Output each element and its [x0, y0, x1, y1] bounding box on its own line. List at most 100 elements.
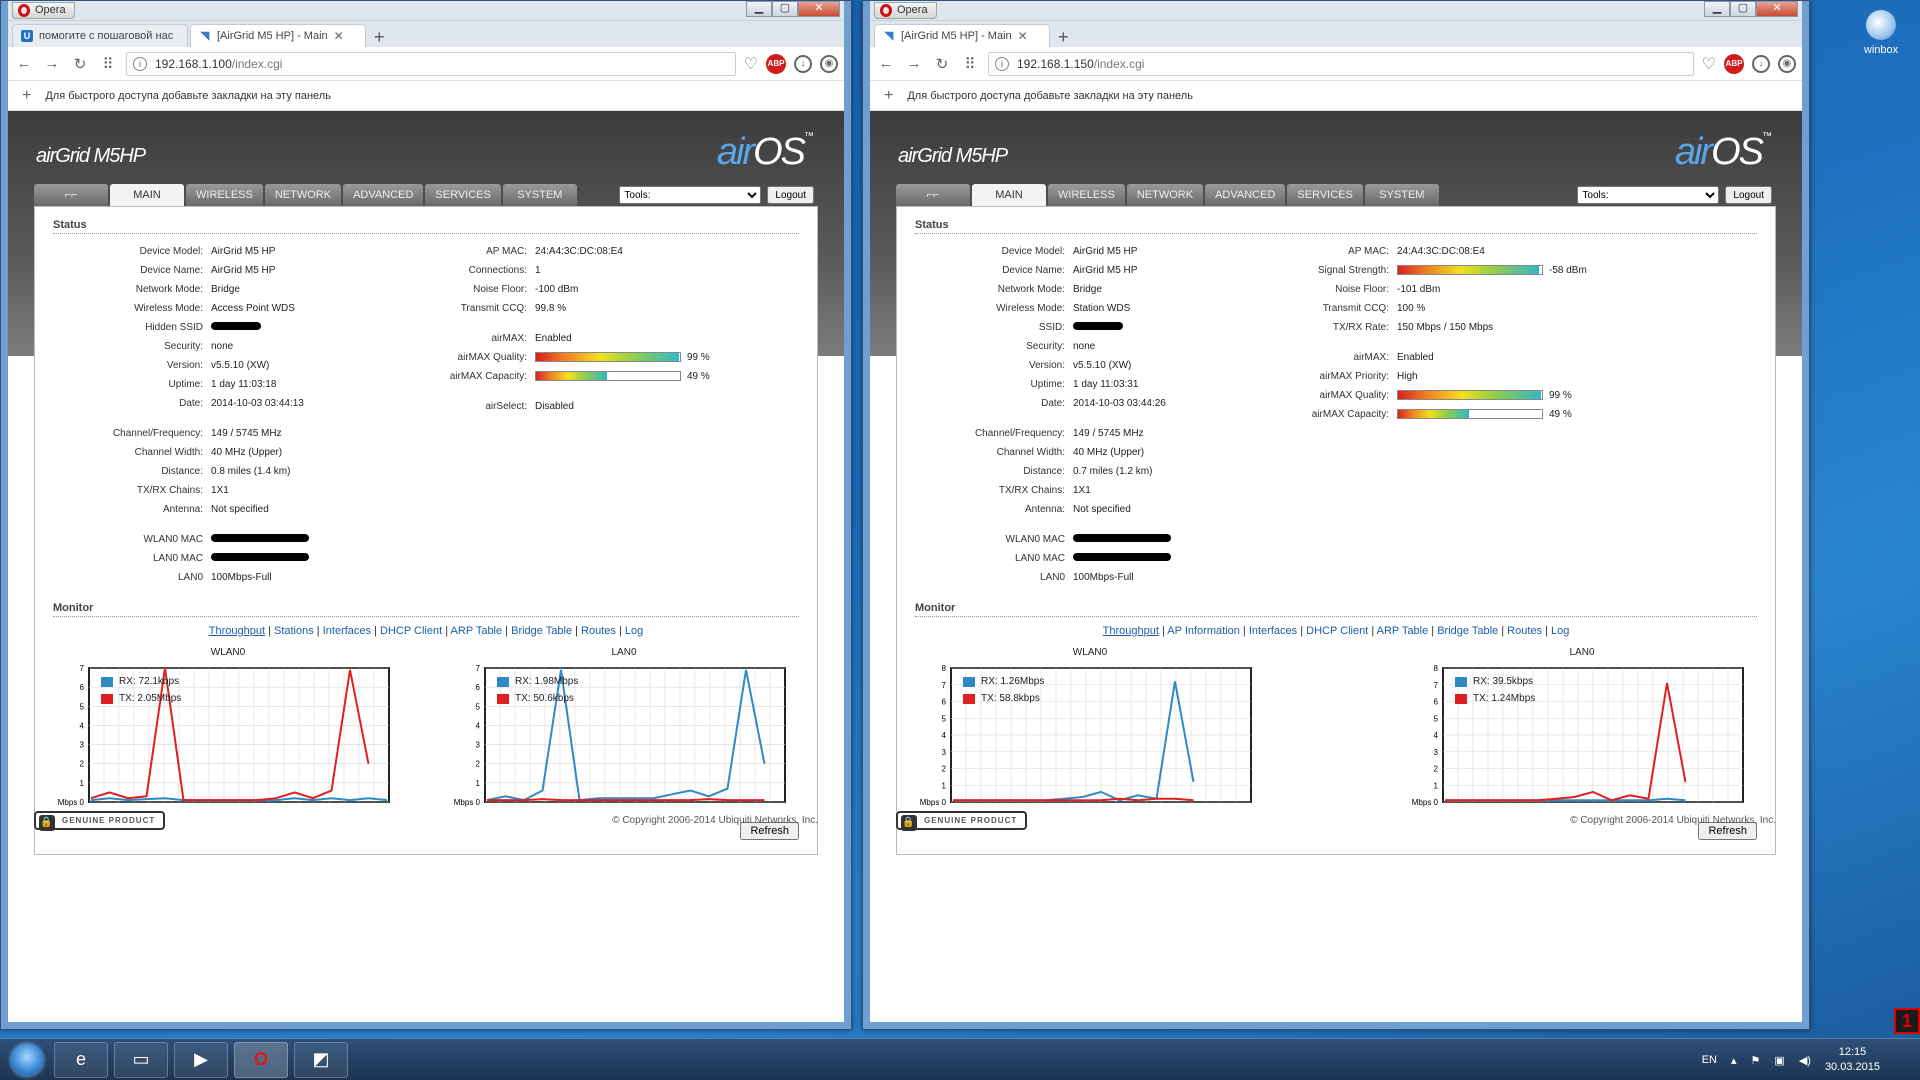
- taskbar-app[interactable]: ◩: [294, 1041, 348, 1078]
- monitor-link-dhcp-client[interactable]: DHCP Client: [1306, 625, 1368, 637]
- account-icon[interactable]: ◉: [820, 54, 838, 73]
- back-button[interactable]: ←: [14, 55, 34, 72]
- maximize-button[interactable]: ▢: [772, 1, 798, 17]
- logout-button[interactable]: Logout: [1725, 186, 1772, 204]
- network-icon[interactable]: ▣: [1774, 1054, 1784, 1067]
- new-tab-button[interactable]: +: [374, 27, 385, 47]
- monitor-link-bridge-table[interactable]: Bridge Table: [1437, 625, 1498, 637]
- browser-tab[interactable]: Uпомогите с пошаговой нас: [12, 24, 188, 47]
- monitor-link-log[interactable]: Log: [625, 625, 643, 637]
- back-button[interactable]: ←: [876, 55, 896, 72]
- ubnt-logo-tab[interactable]: ⌐⌐: [896, 184, 970, 206]
- reload-button[interactable]: ↻: [70, 55, 90, 73]
- site-info-icon[interactable]: i: [995, 56, 1009, 71]
- flag-icon[interactable]: ⚑: [1751, 1054, 1761, 1067]
- tab-network[interactable]: NETWORK: [1126, 184, 1204, 206]
- monitor-link-interfaces[interactable]: Interfaces: [1249, 625, 1297, 637]
- url-field[interactable]: i 192.168.1.150/index.cgi: [988, 51, 1694, 76]
- forward-button[interactable]: →: [904, 55, 924, 72]
- status-value: [1065, 533, 1171, 545]
- taskbar-explorer[interactable]: ▭: [114, 1041, 168, 1078]
- monitor-link-throughput[interactable]: Throughput: [209, 625, 265, 637]
- status-row: Security: none: [915, 339, 1171, 353]
- opera-menu-button[interactable]: Opera: [874, 2, 937, 19]
- tab-services[interactable]: SERVICES: [1287, 184, 1363, 206]
- download-icon[interactable]: ↓: [794, 54, 812, 73]
- monitor-link-bridge-table[interactable]: Bridge Table: [511, 625, 572, 637]
- download-icon[interactable]: ↓: [1752, 54, 1770, 73]
- monitor-link-dhcp-client[interactable]: DHCP Client: [380, 625, 442, 637]
- y-tick-label: 3: [80, 741, 85, 750]
- monitor-link-arp-table[interactable]: ARP Table: [451, 625, 503, 637]
- maximize-button[interactable]: ▢: [1730, 1, 1756, 17]
- close-window-button[interactable]: ✕: [1756, 1, 1798, 17]
- volume-icon[interactable]: ◀): [1799, 1054, 1811, 1067]
- monitor-link-ap-information[interactable]: AP Information: [1167, 625, 1240, 637]
- account-icon[interactable]: ◉: [1778, 54, 1796, 73]
- url-field[interactable]: i 192.168.1.100/index.cgi: [126, 51, 736, 76]
- browser-tab[interactable]: ◥ [AirGrid M5 HP] - Main ✕: [190, 24, 366, 47]
- status-value: 49 %: [1389, 409, 1572, 420]
- minimize-button[interactable]: ▁: [746, 1, 772, 17]
- start-button[interactable]: [6, 1040, 48, 1080]
- redacted-blot: [211, 321, 261, 330]
- tools-select[interactable]: Tools:: [619, 186, 762, 204]
- add-bookmark-icon[interactable]: +: [884, 87, 893, 105]
- taskbar-media[interactable]: ▶: [174, 1041, 228, 1078]
- tray-arrow-icon[interactable]: ▴: [1731, 1054, 1737, 1067]
- monitor-link-interfaces[interactable]: Interfaces: [323, 625, 371, 637]
- copyright: © Copyright 2006-2014 Ubiquiti Networks,…: [612, 815, 818, 826]
- lang-indicator[interactable]: EN: [1702, 1054, 1717, 1066]
- tab-advanced[interactable]: ADVANCED: [1205, 184, 1286, 206]
- add-bookmark-icon[interactable]: +: [22, 87, 31, 105]
- tab-wireless[interactable]: WIRELESS: [1048, 184, 1125, 206]
- tab-system[interactable]: SYSTEM: [1364, 184, 1439, 206]
- desktop-icon-winbox[interactable]: winbox: [1856, 10, 1906, 56]
- clock[interactable]: 12:15 30.03.2015: [1825, 1045, 1880, 1075]
- monitor-link-routes[interactable]: Routes: [581, 625, 616, 637]
- bookmark-heart-icon[interactable]: ♡: [744, 54, 758, 74]
- status-value: 49 %: [527, 371, 710, 382]
- speed-dial-icon[interactable]: ⠿: [960, 55, 980, 73]
- site-info-icon[interactable]: i: [133, 56, 147, 71]
- tab-services[interactable]: SERVICES: [425, 184, 501, 206]
- tab-close-icon[interactable]: ✕: [1018, 29, 1028, 43]
- speed-dial-icon[interactable]: ⠿: [98, 55, 118, 73]
- tab-main[interactable]: MAIN: [110, 184, 184, 206]
- taskbar-opera[interactable]: O: [234, 1041, 288, 1078]
- logout-button[interactable]: Logout: [767, 186, 814, 204]
- monitor-section: Monitor Throughput | Stations | Interfac…: [53, 602, 799, 840]
- status-value: 99.8 %: [535, 302, 567, 314]
- tab-close-icon[interactable]: ✕: [334, 29, 344, 43]
- status-key: TX/RX Chains:: [998, 484, 1065, 496]
- monitor-link-arp-table[interactable]: ARP Table: [1377, 625, 1429, 637]
- reload-button[interactable]: ↻: [932, 55, 952, 73]
- taskbar-ie[interactable]: e: [54, 1041, 108, 1078]
- tab-network[interactable]: NETWORK: [264, 184, 342, 206]
- status-key: Uptime:: [168, 378, 203, 390]
- browser-tab[interactable]: ◥ [AirGrid M5 HP] - Main ✕: [874, 24, 1050, 47]
- tab-wireless[interactable]: WIRELESS: [186, 184, 263, 206]
- tab-advanced[interactable]: ADVANCED: [343, 184, 424, 206]
- tray-notification-icon[interactable]: 1: [1894, 1008, 1920, 1034]
- tab-system[interactable]: SYSTEM: [502, 184, 577, 206]
- close-window-button[interactable]: ✕: [798, 1, 840, 17]
- forward-button[interactable]: →: [42, 55, 62, 72]
- minimize-button[interactable]: ▁: [1704, 1, 1730, 17]
- bookmark-heart-icon[interactable]: ♡: [1702, 54, 1716, 74]
- monitor-link-throughput[interactable]: Throughput: [1103, 625, 1159, 637]
- new-tab-button[interactable]: +: [1058, 27, 1069, 47]
- address-bar: ← → ↻ ⠿ i 192.168.1.100/index.cgi ♡ ABP …: [8, 47, 844, 81]
- monitor-link-routes[interactable]: Routes: [1507, 625, 1542, 637]
- opera-menu-button[interactable]: Opera: [12, 2, 75, 19]
- y-tick-label: 1: [942, 781, 947, 790]
- adblock-icon[interactable]: ABP: [1724, 53, 1744, 74]
- status-value: Disabled: [535, 400, 574, 412]
- monitor-link-log[interactable]: Log: [1551, 625, 1569, 637]
- ubnt-logo-tab[interactable]: ⌐⌐: [34, 184, 108, 206]
- monitor-link-stations[interactable]: Stations: [274, 625, 314, 637]
- adblock-icon[interactable]: ABP: [766, 53, 786, 74]
- tools-select[interactable]: Tools:: [1577, 186, 1720, 204]
- tab-main[interactable]: MAIN: [972, 184, 1046, 206]
